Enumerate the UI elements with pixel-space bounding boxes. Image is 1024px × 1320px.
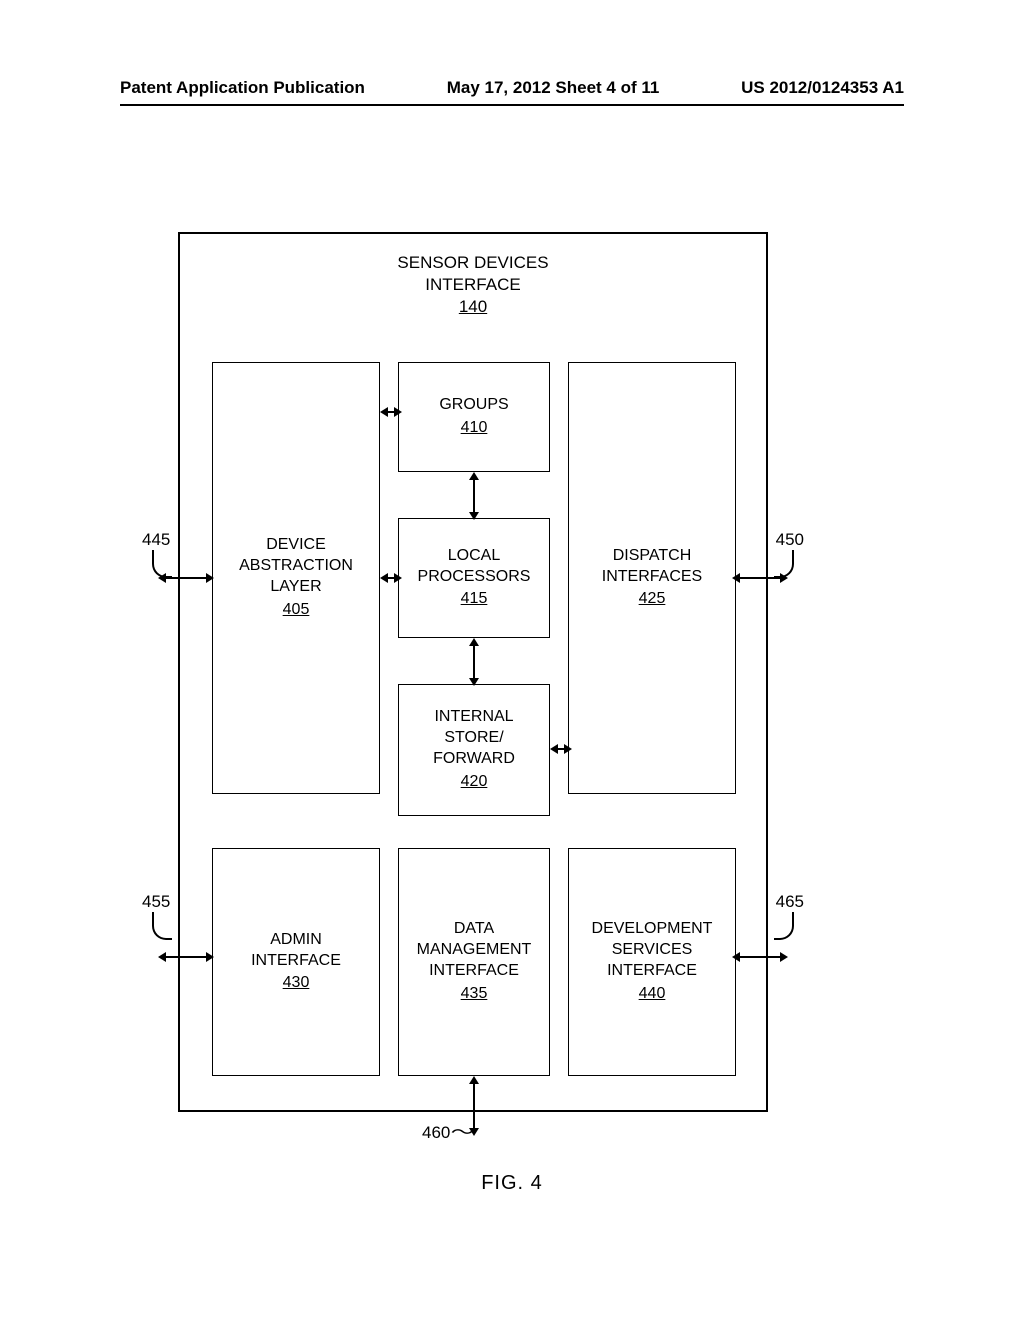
figure-title-line2: INTERFACE [397, 274, 548, 296]
block-label: PROCESSORS [418, 567, 531, 588]
block-groups: GROUPS 410 [398, 362, 550, 472]
hook-455 [152, 912, 172, 940]
figure-title-line1: SENSOR DEVICES [397, 252, 548, 274]
block-num: 440 [639, 984, 666, 1005]
ref-455: 455 [142, 892, 170, 912]
figure-title-num: 140 [397, 296, 548, 318]
block-label: INTERFACE [251, 951, 341, 972]
block-label: INTERFACE [429, 961, 519, 982]
block-label: SERVICES [612, 940, 693, 961]
block-label: DEVICE [266, 535, 326, 556]
ref-460-text: 460 [422, 1123, 450, 1142]
block-num: 435 [461, 984, 488, 1005]
header-right: US 2012/0124353 A1 [741, 78, 904, 98]
hook-445 [152, 550, 172, 578]
arrow-devabs-groups [380, 407, 402, 417]
page-header: Patent Application Publication May 17, 2… [120, 78, 904, 98]
block-num: 430 [283, 973, 310, 994]
block-label: GROUPS [439, 395, 508, 416]
block-label: LOCAL [448, 546, 500, 567]
block-device-abstraction-layer: DEVICE ABSTRACTION LAYER 405 [212, 362, 380, 794]
block-label: LAYER [270, 577, 321, 598]
header-rule [120, 104, 904, 106]
block-admin-interface: ADMIN INTERFACE 430 [212, 848, 380, 1076]
block-label: FORWARD [433, 749, 515, 770]
tilde-icon: 〜 [451, 1118, 475, 1143]
hook-465 [774, 912, 794, 940]
block-label: INTERNAL [434, 707, 513, 728]
figure-caption: FIG. 4 [481, 1172, 543, 1195]
ref-450: 450 [776, 530, 804, 550]
ref-445: 445 [142, 530, 170, 550]
block-local-processors: LOCAL PROCESSORS 415 [398, 518, 550, 638]
ref-465: 465 [776, 892, 804, 912]
block-internal-store-forward: INTERNAL STORE/ FORWARD 420 [398, 684, 550, 816]
figure-container: SENSOR DEVICES INTERFACE 140 DEVICE ABST… [178, 232, 768, 1112]
block-num: 405 [283, 600, 310, 621]
block-label: INTERFACES [602, 567, 702, 588]
arrow-local-internal [469, 638, 479, 686]
block-data-management-interface: DATA MANAGEMENT INTERFACE 435 [398, 848, 550, 1076]
figure-title: SENSOR DEVICES INTERFACE 140 [397, 252, 548, 318]
block-dispatch-interfaces: DISPATCH INTERFACES 425 [568, 362, 736, 794]
block-label: MANAGEMENT [417, 940, 532, 961]
header-left: Patent Application Publication [120, 78, 365, 98]
hook-450 [774, 550, 794, 578]
block-development-services-interface: DEVELOPMENT SERVICES INTERFACE 440 [568, 848, 736, 1076]
page: Patent Application Publication May 17, 2… [0, 0, 1024, 1320]
block-label: DATA [454, 919, 494, 940]
block-num: 425 [639, 589, 666, 610]
arrow-ext-465 [732, 952, 788, 962]
block-num: 420 [461, 772, 488, 793]
block-label: ADMIN [270, 930, 322, 951]
arrow-devabs-local [380, 573, 402, 583]
block-label: DEVELOPMENT [592, 919, 713, 940]
block-label: STORE/ [444, 728, 503, 749]
arrow-internal-dispatch [550, 744, 572, 754]
block-label: ABSTRACTION [239, 556, 353, 577]
block-label: INTERFACE [607, 961, 697, 982]
block-num: 410 [461, 418, 488, 439]
ref-460: 460〜 [422, 1118, 471, 1143]
block-num: 415 [461, 589, 488, 610]
arrow-ext-455 [158, 952, 214, 962]
block-label: DISPATCH [613, 546, 692, 567]
header-center: May 17, 2012 Sheet 4 of 11 [447, 78, 660, 98]
arrow-groups-local [469, 472, 479, 520]
